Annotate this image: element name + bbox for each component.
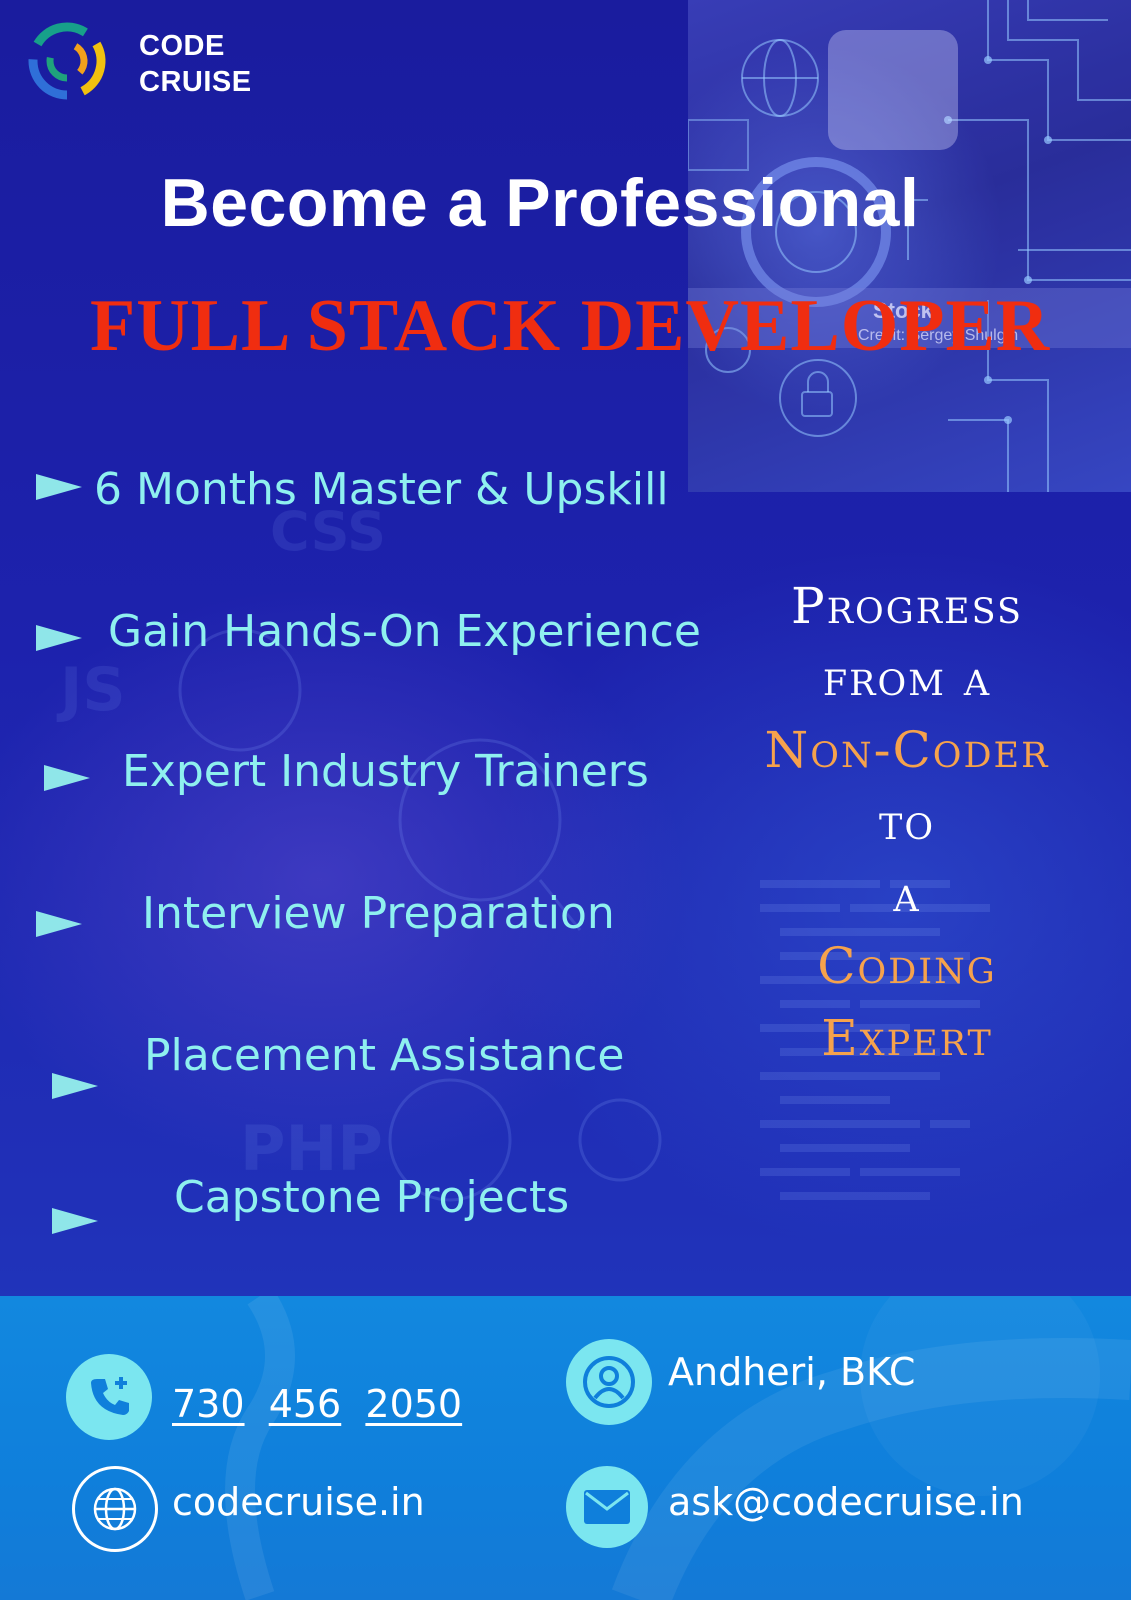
tagline-line-7: Expert (821, 1009, 993, 1067)
email-link[interactable]: ask@codecruise.in (668, 1480, 1024, 1524)
feature-item-2: Gain Hands-On Experience (108, 606, 701, 657)
phone-part-2[interactable]: 456 (269, 1382, 342, 1426)
triangle-bullet-icon (36, 625, 82, 651)
tagline: Progress from a Non-Coder to a Coding Ex… (722, 570, 1092, 1074)
website-link[interactable]: codecruise.in (172, 1480, 425, 1524)
triangle-bullet-icon (36, 911, 82, 937)
phone-part-3[interactable]: 2050 (365, 1382, 462, 1426)
triangle-bullet-icon (44, 765, 90, 791)
phone-part-1[interactable]: 730 (172, 1382, 245, 1426)
tech-circuit-graphic: Stock Credit: Sergey Shulgin (688, 0, 1131, 492)
tagline-line-5: a (893, 865, 921, 923)
feature-item-1: 6 Months Master & Upskill (94, 464, 669, 515)
contact-footer: 730 456 2050 Andheri, BKC codecruise.in (0, 1296, 1131, 1600)
bg-js-label: JS (56, 655, 126, 725)
website-button[interactable] (72, 1466, 158, 1552)
user-pin-icon (583, 1356, 635, 1408)
triangle-bullet-icon (36, 474, 82, 500)
phone-number[interactable]: 730 456 2050 (172, 1382, 462, 1426)
tagline-line-6: Coding (817, 937, 997, 995)
tagline-line-1: Progress (791, 577, 1023, 635)
globe-icon (93, 1487, 137, 1531)
email-button[interactable] (566, 1466, 648, 1548)
footer-background-graphic (225, 1296, 1131, 1600)
poster: JS PHP CSS Stock Credit: Sergey Shulgin … (0, 0, 1131, 1600)
subheadline: FULL STACK DEVELOPER (90, 285, 1051, 367)
brand-line-2: CRUISE (139, 66, 252, 98)
phone-plus-icon (91, 1377, 129, 1415)
brand-name: CODE CRUISE (139, 28, 252, 100)
mail-icon (584, 1490, 630, 1524)
feature-item-6: Capstone Projects (174, 1172, 570, 1223)
feature-item-5: Placement Assistance (144, 1030, 625, 1081)
triangle-bullet-icon (52, 1208, 98, 1234)
feature-item-4: Interview Preparation (142, 888, 615, 939)
location-text: Andheri, BKC (668, 1350, 916, 1394)
logo-ring-icon (28, 22, 106, 100)
feature-item-3: Expert Industry Trainers (122, 746, 649, 797)
tagline-line-3: Non-Coder (764, 721, 1050, 779)
triangle-bullet-icon (52, 1073, 98, 1099)
brand-line-1: CODE (139, 30, 225, 62)
phone-button[interactable] (66, 1354, 152, 1440)
tagline-line-4: to (878, 793, 936, 851)
location-badge (566, 1339, 652, 1425)
tagline-line-2: from a (822, 649, 992, 707)
headline: Become a Professional (160, 165, 920, 241)
